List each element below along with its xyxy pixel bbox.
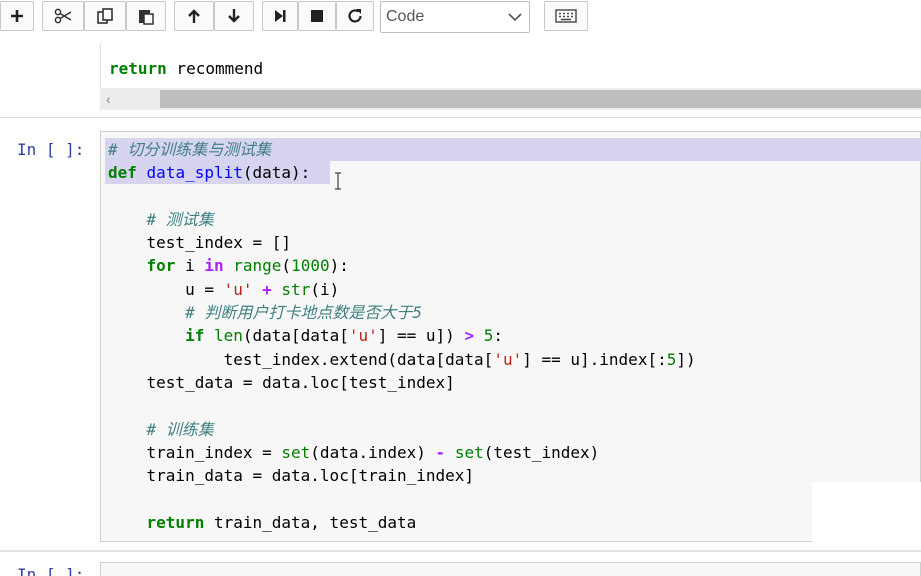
next-input-prompt: In [ ]: (17, 565, 85, 576)
stop-button[interactable] (298, 1, 336, 31)
paste-button[interactable] (126, 1, 166, 31)
input-prompt: In [ ]: (17, 140, 85, 159)
chevron-down-icon (508, 13, 522, 22)
cell-divider (0, 550, 921, 552)
code-line: # 切分训练集与测试集 (108, 140, 272, 159)
code-editor-content[interactable]: # 切分训练集与测试集 def data_split(data): # 测试集 t… (108, 138, 696, 534)
code-line: if len(data[data['u'] == u]) > 5: (185, 326, 504, 346)
paste-icon (139, 10, 154, 25)
code-line: def data_split(data): (108, 163, 311, 183)
plus-icon (11, 10, 23, 22)
move-down-button[interactable] (214, 1, 254, 31)
insert-cell-button[interactable] (0, 1, 34, 31)
code-line: train_index = set(data.index) - set(test… (108, 442, 600, 462)
cut-button[interactable] (42, 1, 84, 31)
code-line: test_data = data.loc[test_index] (108, 372, 455, 392)
horizontal-scrollbar[interactable]: ‹ (100, 88, 921, 110)
text-cursor-icon (335, 172, 341, 190)
refresh-icon (348, 9, 362, 23)
code-line: test_index.extend(data[data['u'] == u].i… (108, 349, 696, 369)
restart-button[interactable] (336, 1, 374, 31)
code-line: # 测试集 (146, 209, 214, 229)
scissors-icon (54, 8, 72, 24)
code-line: u = 'u' + str(i) (108, 279, 340, 299)
code-line: test_index = [] (108, 233, 292, 253)
step-forward-icon (275, 10, 286, 22)
cell-type-value: Code (386, 8, 425, 25)
copy-button[interactable] (84, 1, 126, 31)
code-line: return recommend (109, 59, 264, 78)
run-button[interactable] (262, 1, 298, 31)
stop-icon (311, 10, 323, 22)
copy-icon (97, 8, 113, 24)
move-up-button[interactable] (174, 1, 214, 31)
code-line: # 判断用户打卡地点数是否大于5 (185, 303, 422, 323)
keyboard-icon (555, 9, 577, 23)
code-line: # 训练集 (146, 419, 214, 439)
scroll-left-icon[interactable]: ‹ (106, 91, 111, 107)
arrow-down-icon (228, 9, 240, 23)
code-line: return train_data, test_data (146, 512, 417, 532)
code-line: train_data = data.loc[train_index] (108, 466, 475, 486)
scrollbar-thumb[interactable] (160, 90, 921, 108)
arrow-up-icon (188, 9, 200, 23)
code-line: for i in range(1000): (146, 256, 349, 276)
command-palette-button[interactable] (544, 1, 588, 31)
next-code-cell[interactable] (100, 562, 921, 576)
cell-divider (0, 117, 921, 118)
cell-type-select[interactable]: Code (380, 1, 530, 33)
notebook-toolbar: Code (0, 0, 921, 40)
